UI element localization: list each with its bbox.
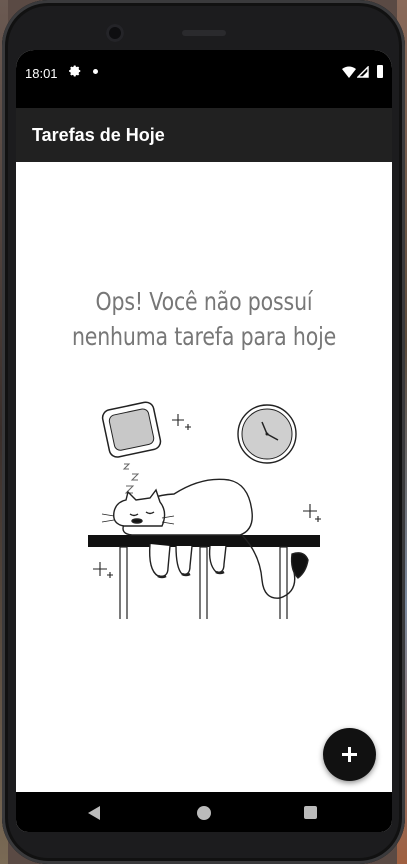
clock-shape xyxy=(237,404,297,464)
add-task-button[interactable] xyxy=(323,728,376,781)
recents-icon[interactable] xyxy=(304,806,317,819)
app-bar: Tarefas de Hoje xyxy=(16,108,392,162)
pillow-shape xyxy=(101,401,162,458)
front-camera xyxy=(106,24,124,42)
earpiece-speaker xyxy=(182,30,226,36)
app-bar-title: Tarefas de Hoje xyxy=(32,125,165,145)
screen: 18:01 Tarefas de Hoje Ops! Você não poss… xyxy=(16,50,392,832)
plus-icon-vertical xyxy=(348,747,351,762)
signal-icon xyxy=(357,66,369,78)
sleeping-cat-illustration xyxy=(88,401,321,619)
system-nav-bar xyxy=(16,792,392,832)
gear-icon xyxy=(69,65,81,77)
notification-dot-icon xyxy=(93,69,98,74)
home-icon[interactable] xyxy=(197,806,211,820)
empty-state-message: Ops! Você não possuí nenhuma tarefa para… xyxy=(71,287,337,351)
status-time: 18:01 xyxy=(25,66,58,81)
back-icon[interactable] xyxy=(88,806,100,820)
table-shape xyxy=(88,535,320,619)
wifi-icon xyxy=(342,66,356,78)
phone-frame: 18:01 Tarefas de Hoje Ops! Você não poss… xyxy=(2,0,405,864)
battery-icon xyxy=(377,65,383,78)
status-bar: 18:01 xyxy=(16,50,392,108)
zzz-symbols xyxy=(122,463,140,494)
empty-state: Ops! Você não possuí nenhuma tarefa para… xyxy=(16,162,392,792)
